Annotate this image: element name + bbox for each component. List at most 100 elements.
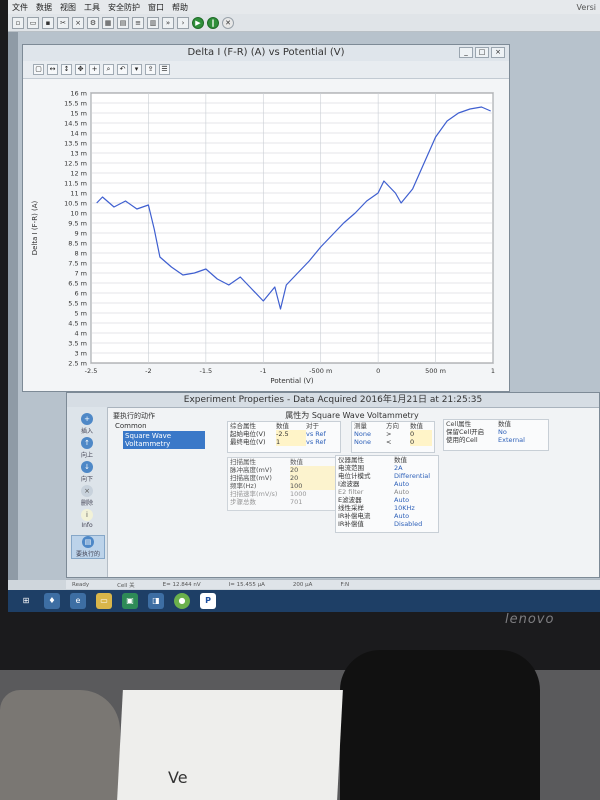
nav-label: 要执行的 [75,551,100,558]
app-version-text: Versi [576,2,596,12]
menu-tools[interactable]: 工具 [84,2,100,13]
properties-icon[interactable]: ☰ [159,64,170,75]
property-value[interactable]: Differential [394,472,438,480]
x-tick-label: 0 [376,367,380,375]
settings-icon[interactable]: ⚙ [87,16,99,29]
menu-window[interactable]: 窗口 [148,2,164,13]
zoom-y-icon[interactable]: ↕ [61,64,72,75]
column-header: 数值 [410,422,423,430]
menu-view[interactable]: 视图 [60,2,76,13]
y-tick-label: 13 m [70,150,87,158]
menu-help[interactable]: 帮助 [172,2,188,13]
save-icon[interactable]: ▪ [42,16,54,29]
zoom-x-icon[interactable]: ↔ [47,64,58,75]
info-icon: i [81,509,93,521]
reference-link[interactable]: vs Ref [306,438,336,446]
potential-table: 综合属性 数值 对于 起始电位(V) -2.5 vs Ref 最终电位(V) 1… [227,421,341,453]
cursor-icon[interactable]: + [89,64,100,75]
property-value[interactable]: External [498,436,546,444]
new-file-icon[interactable]: ▫ [12,16,24,29]
magnify-icon[interactable]: ⌕ [103,64,114,75]
store-icon[interactable]: ♦ [44,593,60,609]
move-up-button[interactable]: ↑ 向上 [71,437,103,459]
stop-icon[interactable]: ✕ [222,16,234,29]
property-label: 电流范围 [338,464,364,472]
property-value[interactable]: 20 [290,474,336,482]
report-icon[interactable]: ▥ [147,16,159,29]
app-icon[interactable]: ▣ [122,593,138,609]
property-label: IR补偿值 [338,520,364,528]
open-folder-icon[interactable]: ▭ [27,16,39,29]
actions-button[interactable]: ▤ 要执行的 [71,535,105,559]
export-icon[interactable]: ⇪ [145,64,156,75]
minimize-button[interactable]: _ [459,47,473,58]
property-value: Auto [394,488,410,496]
reference-link[interactable]: vs Ref [306,430,336,438]
measure-link[interactable]: None [352,438,386,446]
status-range: 200 μA [292,581,313,588]
list-icon[interactable]: ≡ [132,16,144,29]
column-header: 对于 [306,422,319,430]
maximize-button[interactable]: □ [475,47,489,58]
pan-icon[interactable]: ✥ [75,64,86,75]
property-value[interactable]: Disabled [394,520,438,528]
cut-icon[interactable]: ✂ [57,16,69,29]
menu-bar: 文件 数据 视图 工具 安全防护 窗口 帮助 Versi [8,0,600,14]
menu-file[interactable]: 文件 [12,2,28,13]
play-icon[interactable]: ▶ [192,16,204,29]
green-app-icon[interactable]: ● [174,593,190,609]
browser-icon[interactable]: e [70,593,86,609]
property-value[interactable]: Auto [394,480,438,488]
step-square-wave[interactable]: Square Wave Voltammetry [123,431,205,449]
property-label: 频率(Hz) [230,482,257,490]
direction-value[interactable]: < [386,438,410,446]
property-value[interactable]: 10KHz [394,504,438,512]
column-header: 数值 [290,458,303,466]
next-icon[interactable]: › [177,16,189,29]
forward-icon[interactable]: » [162,16,174,29]
move-down-button[interactable]: ↓ 向下 [71,461,103,483]
menu-security[interactable]: 安全防护 [108,2,140,13]
monitor-brand-logo: lenovo [505,612,555,627]
status-potential: E= 12.844 nV [162,581,201,588]
arrow-up-icon: ↑ [81,437,93,449]
dropdown-icon[interactable]: ▾ [131,64,142,75]
property-value[interactable]: Auto [394,512,438,520]
property-value[interactable]: 100 [290,482,336,490]
media-icon[interactable]: ◨ [148,593,164,609]
threshold-value[interactable]: 0 [410,430,432,438]
potentiostat-app-icon[interactable]: P [200,593,216,609]
final-potential-value[interactable]: 1 [276,438,306,446]
plot-area[interactable]: 16 m15.5 m15 m14.5 m14 m13.5 m13 m12.5 m… [23,79,509,391]
y-tick-label: 10.5 m [64,200,87,208]
delete-icon[interactable]: × [72,16,84,29]
chart-icon[interactable]: ▤ [117,16,129,29]
step-common[interactable]: Common [109,421,205,430]
property-label: E2 filter [338,488,364,496]
grid-icon[interactable]: ▦ [102,16,114,29]
y-tick-label: 10 m [70,210,87,218]
direction-value[interactable]: > [386,430,410,438]
table-row: 电位计模式 Differential [336,472,438,480]
windows-start-icon[interactable]: ⊞ [18,593,34,609]
property-value[interactable]: No [498,428,546,436]
threshold-value[interactable]: 0 [410,438,432,446]
delete-step-button[interactable]: × 删除 [71,485,103,507]
y-tick-label: 15.5 m [64,100,87,108]
property-value[interactable]: 2A [394,464,438,472]
info-button[interactable]: i Info [71,509,103,529]
initial-potential-value[interactable]: -2.5 [276,430,306,438]
menu-data[interactable]: 数据 [36,2,52,13]
measure-link[interactable]: None [352,430,386,438]
x-tick-label: -1.5 [200,367,213,375]
pause-icon[interactable]: ‖ [207,16,219,29]
insert-button[interactable]: + 插入 [71,413,103,435]
property-label: IR补偿电流 [338,512,371,520]
zoom-box-icon[interactable]: ▢ [33,64,44,75]
table-row: 扫描高度(mV) 20 [228,474,340,482]
property-value[interactable]: 20 [290,466,336,474]
undo-zoom-icon[interactable]: ↶ [117,64,128,75]
close-button[interactable]: × [491,47,505,58]
property-value[interactable]: Auto [394,496,438,504]
folder-icon[interactable]: ▭ [96,593,112,609]
